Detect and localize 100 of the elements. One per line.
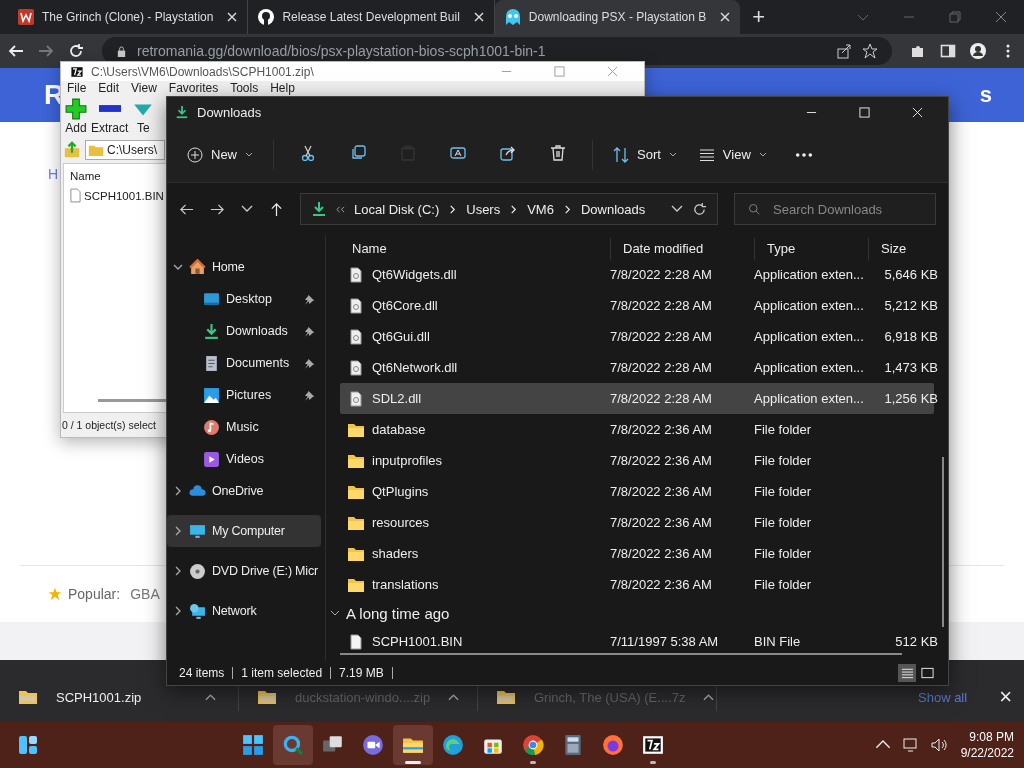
nav-item[interactable]: Home (167, 251, 321, 283)
column-header[interactable]: Name (70, 170, 101, 182)
clock-date[interactable]: 9/22/2022 (960, 745, 1014, 761)
date-cell-text: 7/8/2022 2:36 AM (610, 546, 713, 561)
taskbar-folder-button[interactable] (393, 725, 434, 765)
folder-icon (88, 143, 104, 157)
nav-item[interactable]: My Computer (167, 515, 321, 547)
file-name[interactable]: SCPH1001.BIN (84, 189, 164, 202)
share-icon[interactable] (836, 43, 852, 59)
clock-time[interactable]: 9:08 PM (969, 729, 1014, 745)
desktop-icon (203, 290, 220, 308)
caret-icon[interactable] (448, 693, 460, 701)
date-cell-text: 7/8/2022 2:36 AM (610, 422, 713, 437)
file-row[interactable]: inputprofiles 7/8/2022 2:36 AM File folder (340, 445, 934, 476)
file-row[interactable]: translations 7/8/2022 2:36 AM File folder (340, 569, 934, 600)
nav-item[interactable]: Music (167, 411, 321, 443)
menu-item[interactable]: Tools (230, 81, 259, 95)
popular-link[interactable]: GBA (130, 586, 160, 602)
group-header[interactable]: A long time ago (330, 600, 934, 626)
pin-icon[interactable] (304, 389, 315, 401)
address-bar[interactable]: retromania.gg/download/bios/psx-playstation-bios-scph1001-bin-1 (102, 37, 892, 65)
reload-icon[interactable] (68, 43, 84, 59)
nav-item[interactable]: OneDrive (167, 475, 321, 507)
column-header[interactable]: Date modified (610, 238, 754, 260)
column-header[interactable]: Type (754, 238, 868, 260)
caret-icon[interactable] (205, 693, 216, 701)
column-header[interactable]: Size (868, 238, 938, 260)
close-button[interactable]: × (999, 684, 1012, 710)
column-header[interactable]: Name (340, 238, 610, 260)
details-icon (900, 667, 914, 679)
menu-item[interactable]: Help (270, 81, 295, 95)
ghost-icon (504, 9, 521, 25)
caret-icon[interactable] (703, 693, 715, 701)
chevron-down-icon[interactable] (241, 205, 253, 213)
scrollbar[interactable] (942, 457, 944, 627)
sort-button[interactable]: Sort (605, 140, 685, 169)
breadcrumb-link[interactable]: H (48, 166, 59, 182)
browser-tab[interactable]: Downloading PSX - Playstation B (494, 0, 741, 34)
menu-item[interactable]: Edit (98, 81, 120, 95)
widgets-icon[interactable] (18, 735, 38, 755)
view-button[interactable]: View (690, 140, 775, 169)
double-chevron-icon[interactable] (336, 204, 345, 214)
chevron-right-icon[interactable] (173, 566, 183, 576)
profile-icon[interactable] (970, 43, 986, 59)
menu-item[interactable]: View (131, 81, 157, 95)
network-icon[interactable] (902, 737, 919, 753)
more-icon[interactable] (794, 151, 813, 158)
pin-icon[interactable] (304, 293, 315, 305)
show-all-link[interactable]: Show all (918, 689, 968, 705)
nav-item[interactable]: Desktop (167, 283, 321, 315)
taskbar-search-button[interactable] (273, 725, 314, 765)
breadcrumb-item[interactable]: Users (466, 201, 501, 217)
breadcrumb-item[interactable]: Local Disk (C:) (354, 201, 440, 217)
back-icon[interactable] (8, 43, 24, 59)
star-icon[interactable] (862, 43, 878, 59)
nav-item[interactable]: Documents (167, 347, 321, 379)
file-row[interactable]: resources 7/8/2022 2:36 AM File folder (340, 507, 934, 538)
toolbar-button[interactable]: Add (65, 97, 87, 135)
new-tab-button[interactable]: + (752, 4, 766, 30)
file-row[interactable]: QtPlugins 7/8/2022 2:36 AM File folder (340, 476, 934, 507)
type-cell-text: File folder (754, 577, 813, 592)
chevron-down-icon[interactable] (173, 262, 183, 272)
menu-item[interactable]: File (67, 81, 87, 95)
breadcrumb-item[interactable]: Downloads (580, 201, 646, 217)
chevron-right-icon[interactable] (173, 486, 183, 496)
toolbar-button[interactable]: Extract (91, 97, 129, 135)
scrollbar[interactable] (340, 653, 902, 655)
chevron-down-icon[interactable] (671, 205, 683, 213)
download-item[interactable]: SCPH1001.zip (0, 689, 238, 705)
folder-up-icon[interactable] (63, 141, 81, 159)
nav-item[interactable]: Downloads (167, 315, 321, 347)
pin-icon[interactable] (304, 357, 315, 369)
file-name: resources (372, 515, 430, 530)
size-cell-text: 512 KB (894, 634, 938, 649)
refresh-icon[interactable] (692, 201, 707, 217)
chevron-right-icon[interactable] (173, 526, 183, 536)
file-row[interactable]: shaders 7/8/2022 2:36 AM File folder (340, 538, 934, 569)
nav-item[interactable]: Network (167, 595, 321, 627)
menu-link[interactable]: s (979, 82, 992, 108)
menu-item[interactable]: Favorites (168, 81, 219, 95)
nav-item[interactable]: DVD Drive (E:) Micr (167, 555, 321, 587)
details-view-button[interactable] (898, 664, 916, 682)
scrollbar[interactable] (98, 399, 168, 402)
up-arrow-icon[interactable] (269, 201, 284, 217)
side-panel-icon[interactable] (940, 43, 956, 59)
new-button[interactable]: New (179, 140, 261, 169)
copy-icon (350, 145, 366, 161)
pin-icon[interactable] (304, 325, 315, 337)
nav-item[interactable]: Videos (167, 443, 321, 475)
address-bar[interactable]: Local Disk (C:) Users VM6 Downloads (300, 193, 718, 225)
caret-icon (758, 151, 767, 158)
toolbar-button[interactable]: Te (132, 97, 155, 135)
search-field[interactable]: Search Downloads (734, 193, 936, 225)
breadcrumb-item[interactable]: VM6 (527, 201, 554, 217)
item-count: 24 items (179, 667, 234, 679)
chevron-right-icon[interactable] (173, 606, 183, 616)
path-field[interactable]: C:\Users\ (85, 140, 165, 160)
volume-icon[interactable] (930, 737, 947, 753)
file-row[interactable]: database 7/8/2022 2:36 AM File folder (340, 414, 934, 445)
nav-item[interactable]: Pictures (167, 379, 321, 411)
